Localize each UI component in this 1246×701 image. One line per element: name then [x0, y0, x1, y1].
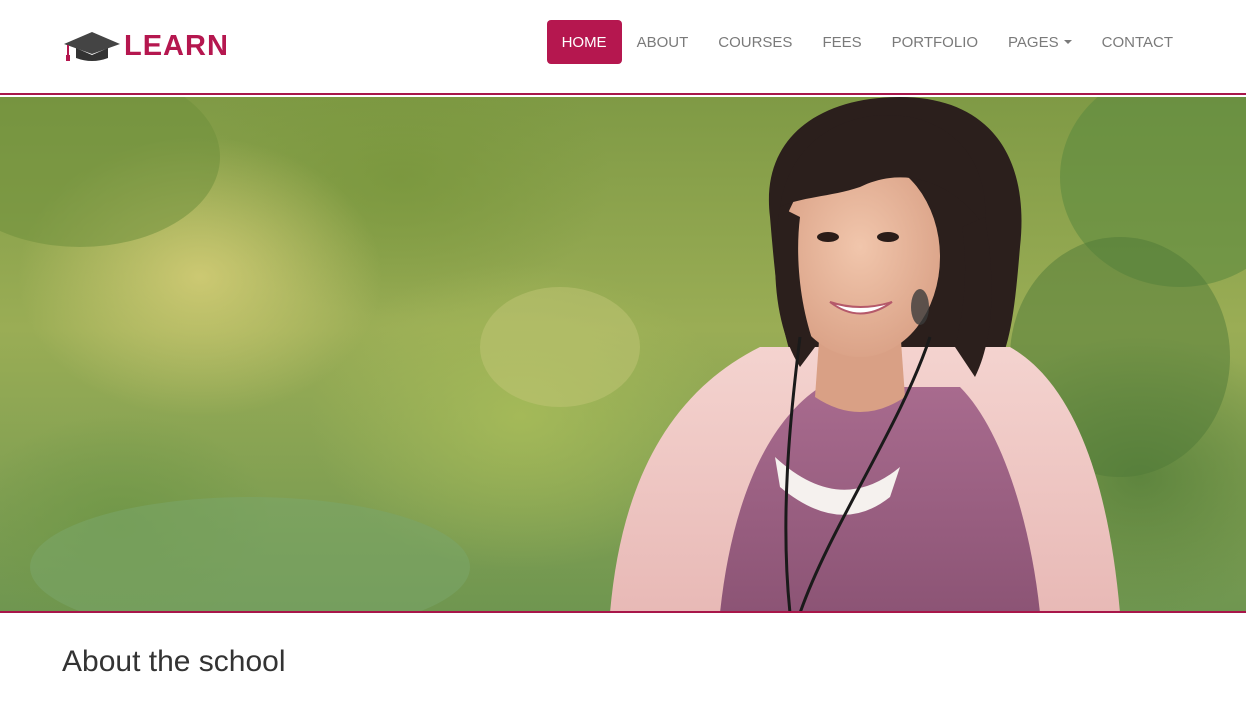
nav-portfolio[interactable]: PORTFOLIO [877, 20, 993, 64]
hero-banner [0, 97, 1246, 613]
nav-fees[interactable]: FEES [807, 20, 876, 64]
nav-courses[interactable]: COURSES [703, 20, 807, 64]
nav-portfolio-label: PORTFOLIO [891, 33, 979, 51]
smiling-student-photo [0, 97, 1246, 611]
nav-about-label: ABOUT [636, 33, 689, 51]
top-navbar: LEARN HOME ABOUT COURSES FEES PORTFOLIO … [0, 0, 1246, 95]
nav-contact-label: CONTACT [1101, 33, 1173, 51]
main-nav: HOME ABOUT COURSES FEES PORTFOLIO PAGES … [546, 20, 1188, 64]
nav-pages-label: PAGES [1008, 33, 1059, 51]
caret-down-icon [1063, 40, 1072, 44]
brand-name: LEARN [124, 30, 229, 62]
nav-fees-label: FEES [822, 33, 862, 51]
nav-home-label: HOME [561, 33, 607, 51]
nav-about[interactable]: ABOUT [622, 20, 704, 64]
graduation-cap-icon [64, 32, 120, 61]
site-logo[interactable]: LEARN [62, 28, 229, 64]
nav-contact[interactable]: CONTACT [1087, 20, 1188, 64]
nav-pages-dropdown[interactable]: PAGES [993, 20, 1087, 64]
nav-courses-label: COURSES [718, 33, 793, 51]
section-title: About the school [62, 645, 286, 678]
nav-home[interactable]: HOME [546, 20, 622, 64]
